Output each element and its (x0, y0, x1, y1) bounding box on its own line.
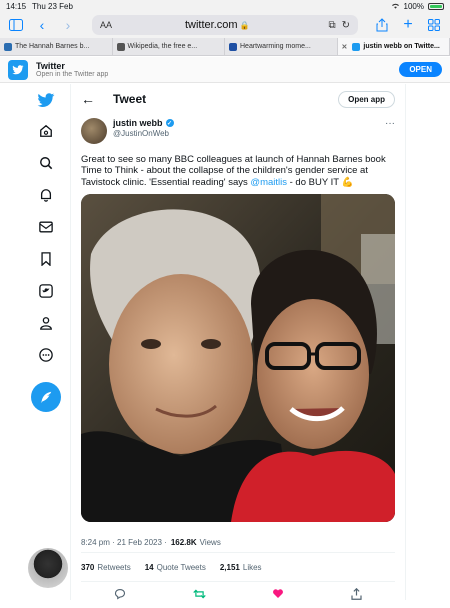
likes-count: 2,151 (220, 563, 240, 572)
battery-icon (428, 3, 444, 10)
tab-bar: The Hannah Barnes b... Wikipedia, the fre… (0, 38, 450, 56)
compose-tweet-button[interactable] (31, 382, 61, 412)
address-bar[interactable]: AA twitter.com🔒 ⧉ ↻ (92, 15, 358, 35)
browser-tab[interactable]: Heartwarming mome... (225, 38, 338, 55)
browser-toolbar: ‹ › AA twitter.com🔒 ⧉ ↻ + (0, 12, 450, 38)
open-in-app-button[interactable]: OPEN (399, 62, 442, 77)
status-date: Thu 23 Feb (32, 2, 73, 11)
likes-label: Likes (243, 563, 262, 572)
side-navigation (28, 84, 68, 600)
app-banner: Twitter Open in the Twitter app OPEN (0, 57, 450, 83)
quotes-count: 14 (145, 563, 154, 572)
share-tweet-icon[interactable] (351, 588, 362, 603)
wifi-icon (391, 2, 400, 11)
retweet-icon[interactable] (193, 588, 206, 603)
tab-favicon-icon (4, 43, 12, 51)
lock-icon: 🔒 (240, 21, 250, 30)
tweet-meta: 8:24 pm · 21 Feb 2023 · 162.8K Views (71, 522, 405, 552)
verified-badge-icon: ✓ (166, 119, 174, 127)
retweets-label: Retweets (97, 563, 130, 572)
browser-tab[interactable]: Wikipedia, the free e... (113, 38, 226, 55)
views-label: Views (200, 538, 221, 547)
extensions-icon[interactable]: ⧉ (328, 20, 335, 31)
reply-icon[interactable] (114, 588, 126, 603)
twitter-logo-icon[interactable] (36, 90, 56, 110)
tab-label: justin webb on Twitte... (363, 43, 439, 50)
tweet-column: ← Tweet Open app justin webb ✓ @JustinOn… (70, 84, 406, 600)
likes-stat[interactable]: 2,151Likes (220, 563, 262, 572)
account-avatar[interactable] (28, 548, 68, 588)
profile-icon[interactable] (36, 313, 56, 333)
twitter-app-icon (8, 60, 28, 80)
tweet-photo[interactable] (81, 194, 395, 522)
explore-icon[interactable] (36, 153, 56, 173)
tab-favicon-icon (352, 43, 360, 51)
banner-title: Twitter (36, 61, 399, 71)
author-handle[interactable]: @JustinOnWeb (113, 129, 385, 138)
page-title: Tweet (113, 92, 338, 106)
home-icon[interactable] (36, 121, 56, 141)
status-time: 14:15 (6, 2, 26, 11)
status-bar: 14:15 Thu 23 Feb 100% (0, 0, 450, 12)
tab-label: Heartwarming mome... (240, 43, 311, 50)
share-icon[interactable] (374, 18, 390, 32)
author-avatar[interactable] (81, 118, 107, 144)
close-tab-icon[interactable]: ✕ (342, 43, 348, 51)
more-options-icon[interactable]: ··· (385, 118, 395, 129)
author-name[interactable]: justin webb (113, 118, 163, 128)
tweet-text-end: - do BUY IT 💪 (287, 177, 353, 188)
back-icon[interactable]: ‹ (34, 18, 50, 32)
battery-percent: 100% (404, 2, 424, 11)
quotes-stat[interactable]: 14Quote Tweets (145, 563, 206, 572)
open-app-button[interactable]: Open app (338, 91, 395, 108)
twitter-blue-icon[interactable] (36, 281, 56, 301)
tweet-timestamp[interactable]: 8:24 pm · 21 Feb 2023 · (81, 538, 167, 547)
sidebar-toggle-icon[interactable] (8, 19, 24, 31)
tab-favicon-icon (117, 43, 125, 51)
tab-label: Wikipedia, the free e... (128, 43, 198, 50)
banner-subtitle: Open in the Twitter app (36, 71, 399, 78)
url-text: twitter.com🔒 (112, 19, 322, 31)
url-label: twitter.com (185, 19, 238, 31)
tweet-author: justin webb ✓ @JustinOnWeb ··· (71, 114, 405, 154)
back-arrow-icon[interactable]: ← (81, 91, 95, 107)
tab-overview-icon[interactable] (426, 19, 442, 31)
tweet-text: Great to see so many BBC colleagues at l… (71, 154, 405, 190)
photo-image (81, 194, 395, 522)
notifications-icon[interactable] (36, 185, 56, 205)
tab-label: The Hannah Barnes b... (15, 43, 89, 50)
tweet-stats: 370Retweets 14Quote Tweets 2,151Likes (81, 552, 395, 582)
forward-icon[interactable]: › (60, 18, 76, 32)
quotes-label: Quote Tweets (157, 563, 206, 572)
tweet-actions (81, 582, 395, 608)
feather-icon (39, 390, 53, 404)
retweets-count: 370 (81, 563, 94, 572)
messages-icon[interactable] (36, 217, 56, 237)
tab-favicon-icon (229, 43, 237, 51)
mention-link[interactable]: @maitlis (250, 177, 287, 188)
new-tab-icon[interactable]: + (400, 17, 416, 33)
browser-tab[interactable]: ✕ justin webb on Twitte... (338, 38, 450, 55)
more-icon[interactable] (36, 345, 56, 365)
retweets-stat[interactable]: 370Retweets (81, 563, 131, 572)
views-count: 162.8K (171, 538, 197, 547)
tweet-header: ← Tweet Open app (71, 84, 405, 114)
reload-icon[interactable]: ↻ (342, 20, 350, 31)
browser-tab[interactable]: The Hannah Barnes b... (0, 38, 113, 55)
bookmarks-icon[interactable] (36, 249, 56, 269)
reader-settings-button[interactable]: AA (100, 20, 112, 30)
